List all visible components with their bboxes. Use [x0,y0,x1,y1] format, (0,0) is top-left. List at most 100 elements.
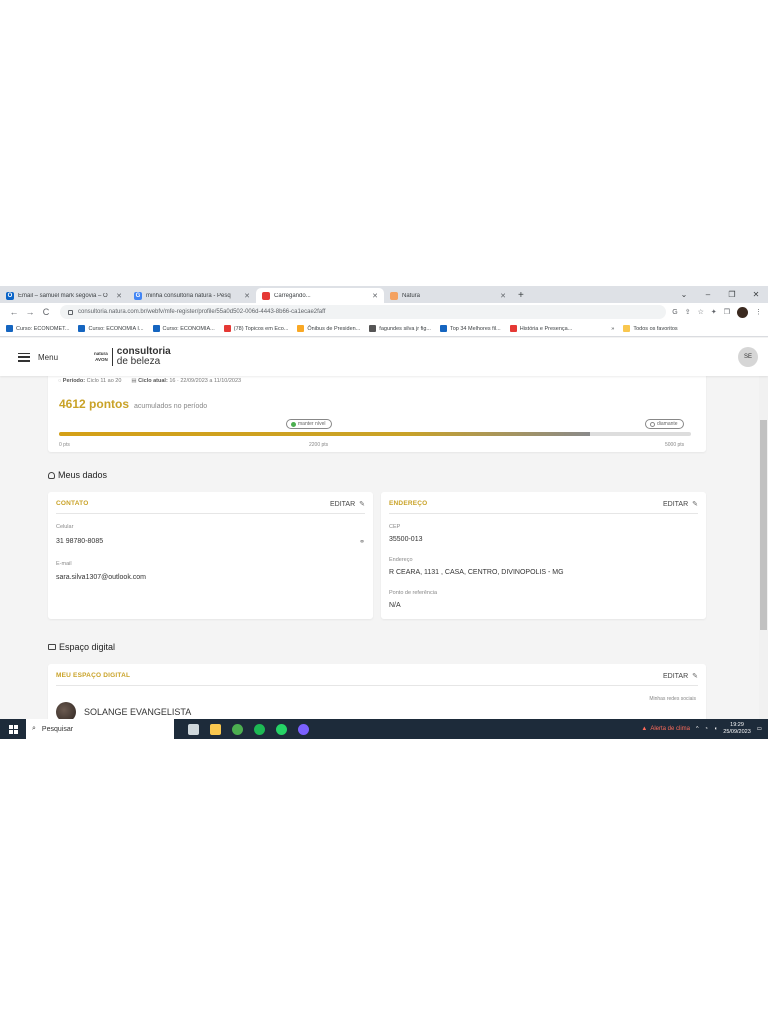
edit-contact-button[interactable]: EDITAR ✎ [330,500,365,509]
bookmark-item[interactable]: fagundes silva jr fig... [369,325,431,332]
bookmark-item[interactable]: Top 34 Melhores fil... [439,325,501,332]
minimize-button[interactable]: – [696,290,720,299]
bookmark-label: História e Presença... [519,325,573,332]
tab-close-icon[interactable]: ✕ [372,292,378,300]
bookmark-item[interactable]: Curso: ECONOMIA... [152,325,215,332]
scrollbar-thumb[interactable] [760,420,767,630]
task-view-icon[interactable] [188,723,199,735]
taskbar-search-input[interactable]: ⌕ Pesquisar [26,719,174,739]
network-icon[interactable]: ◔ [705,726,708,732]
browser-tab[interactable]: Natura ✕ [384,288,512,303]
address-bar-actions: G ⇪ ☆ ✦ ❒ ⋮ [672,306,762,318]
browser-tabstrip: O Email – samuel mark segovia – O ✕ Gminha … [0,286,768,303]
site-header: Menu natura AVON consultoria de beleza S… [0,338,768,376]
bookmark-label: Ônibus de Presiden... [307,325,361,332]
logo-divider [111,348,113,366]
keep-level-badge: manter nível [286,419,332,429]
messenger-icon[interactable] [298,723,309,735]
tab-search-icon[interactable]: ⌄ [672,290,696,299]
browser-tab[interactable]: Gminha consultoria natura - Pesq ✕ [128,288,256,303]
email-value: sara.silva1307@outlook.com [56,574,146,581]
profile-avatar-icon[interactable] [737,306,748,318]
bookmark-favicon-icon [223,325,231,332]
link-icon[interactable]: ⚭ [359,538,365,546]
edit-address-button[interactable]: EDITAR ✎ [663,500,698,509]
reference-value: N/A [389,602,401,609]
screenshot-area: O Email – samuel mark segovia – O ✕ Gminha … [0,286,768,739]
reference-label: Ponto de referência [389,590,438,596]
taskbar-clock[interactable]: 19:29 25/09/2023 [723,722,751,736]
url-input[interactable]: consultoria.natura.com.br/webfv/mfe-regi… [60,305,667,319]
tab-favicon-icon: G [134,291,142,300]
pencil-icon: ✎ [359,501,365,508]
period-row: ◌ Período: Ciclo 11 ao 20 ▤ Ciclo atual:… [58,378,241,384]
tab-label: minha consultoria natura - Pesq [146,292,231,299]
bookmark-item[interactable]: Curso: ECONOMIA I... [78,325,144,332]
digital-space-card-header: MEU ESPAÇO DIGITAL EDITAR ✎ [56,672,698,686]
browser-tab[interactable]: O Email – samuel mark segovia – O ✕ [0,288,128,303]
share-icon[interactable]: ⇪ [685,308,691,316]
clock-time: 19:29 [730,722,744,728]
tab-close-icon[interactable]: ✕ [116,292,122,300]
scale-mid: 2200 pts [309,442,329,448]
new-tab-button[interactable]: + [518,290,524,301]
spotify-icon[interactable] [254,723,265,735]
forward-icon[interactable]: → [22,307,38,317]
weather-alert[interactable]: ▲ Alerta de clima [641,726,690,732]
all-bookmarks-folder[interactable]: Todos os favoritos [623,325,678,332]
tab-close-icon[interactable]: ✕ [500,292,506,300]
menu-label[interactable]: Menu [38,353,58,362]
search-icon: ⌕ [32,725,36,732]
digital-space-title: MEU ESPAÇO DIGITAL [56,672,131,679]
bookmark-label: fagundes silva jr fig... [379,325,431,332]
hamburger-menu-icon[interactable] [18,352,30,362]
pencil-icon: ✎ [692,501,698,508]
bookmark-label: (78) Topicos em Eco... [233,325,289,332]
contact-card-header: CONTATO EDITAR ✎ [56,500,365,514]
window-controls: ⌄ – ❐ ✕ [672,286,768,303]
user-avatar[interactable]: SE [738,347,758,367]
bookmark-favicon-icon [152,325,160,332]
digital-space-card: MEU ESPAÇO DIGITAL EDITAR ✎ Minhas redes … [48,664,706,719]
volume-icon[interactable]: ◖ [714,726,717,732]
bookmark-item[interactable]: Ônibus de Presiden... [297,325,360,332]
browser-tab[interactable]: Carregando... ✕ [256,288,384,303]
notifications-icon[interactable]: ▭ [757,726,762,732]
bookmark-star-icon[interactable]: ☆ [698,308,704,316]
whatsapp-icon[interactable] [276,723,287,735]
bookmark-item[interactable]: História e Presença... [509,325,573,332]
windows-taskbar: ⌕ Pesquisar ▲ Alerta de clima ^ ◔ ◖ 19:29… [0,719,768,739]
side-panel-icon[interactable]: ❒ [724,308,730,316]
reload-icon[interactable]: C [38,307,54,317]
file-explorer-icon[interactable] [210,723,221,735]
cep-value: 35500-013 [389,536,423,543]
close-window-button[interactable]: ✕ [744,290,768,299]
back-icon[interactable]: ← [6,307,22,317]
chrome-icon[interactable] [232,723,243,735]
windows-start-icon[interactable] [0,719,26,739]
clock-date: 25/09/2023 [723,729,751,735]
restore-button[interactable]: ❐ [720,290,744,299]
address-card-header: ENDEREÇO EDITAR ✎ [389,500,698,514]
page-scrollbar[interactable] [759,376,768,719]
bookmark-favicon-icon [297,325,305,332]
natura-avon-logo[interactable]: natura AVON consultoria de beleza [94,347,171,367]
url-text: consultoria.natura.com.br/webfv/mfe-regi… [78,309,326,315]
bookmark-item[interactable]: Curso: ECONOMET... [6,325,69,332]
extensions-icon[interactable]: ✦ [711,308,717,316]
bookmark-item[interactable]: (78) Topicos em Eco... [223,325,289,332]
tray-chevron-icon[interactable]: ^ [696,726,699,732]
taskbar-apps [188,723,309,735]
address-label: Endereço [389,557,413,563]
diamond-icon [650,421,655,427]
browser-menu-icon[interactable]: ⋮ [755,308,762,316]
edit-digital-space-button[interactable]: EDITAR ✎ [663,672,698,681]
tab-close-icon[interactable]: ✕ [244,292,250,300]
google-lens-icon[interactable]: G [672,309,677,316]
espaco-digital-heading: Espaço digital [48,642,115,652]
contact-card: CONTATO EDITAR ✎ Celular 31 98780-8085 ⚭ … [48,492,373,619]
tab-favicon-icon [390,291,398,300]
points-progress-bar [59,432,691,436]
tab-favicon-icon: O [6,291,14,300]
bookmarks-overflow-button[interactable]: » [611,326,614,332]
